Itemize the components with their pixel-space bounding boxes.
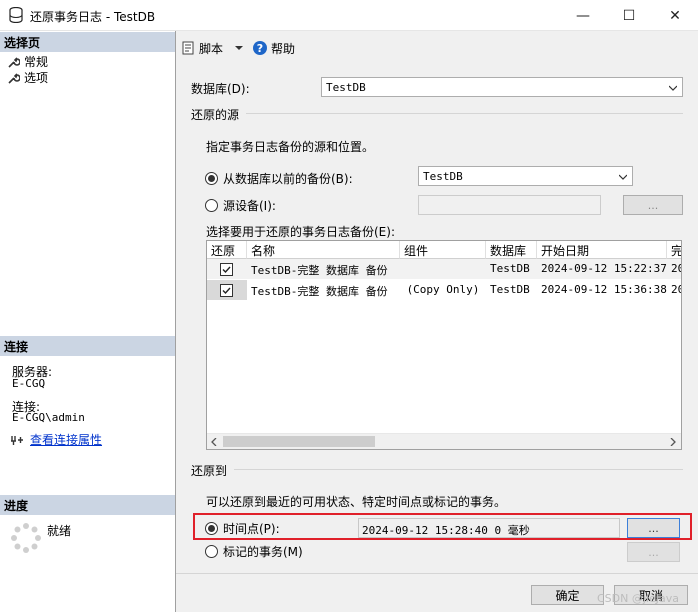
page-general[interactable]: 常规 bbox=[8, 53, 48, 70]
help-button[interactable]: ? 帮助 bbox=[252, 40, 295, 57]
backup-sets-grid[interactable]: 还原 名称 组件 数据库 开始日期 完 TestDB-完整 数据库 备份 Tes… bbox=[206, 240, 682, 450]
point-in-time-browse-button[interactable]: ... bbox=[627, 518, 680, 538]
from-db-backup-label: 从数据库以前的备份(B): bbox=[223, 172, 353, 186]
database-select[interactable]: TestDB bbox=[321, 77, 683, 97]
title-bar: 还原事务日志 - TestDB — ☐ ✕ bbox=[0, 0, 698, 31]
from-db-backup-value: TestDB bbox=[423, 169, 463, 183]
table-row[interactable]: TestDB-完整 数据库 备份 (Copy Only) TestDB 2024… bbox=[207, 280, 681, 300]
cell-database: TestDB bbox=[490, 283, 530, 296]
footer-divider bbox=[176, 573, 698, 574]
column-header-restore[interactable]: 还原 bbox=[207, 241, 247, 259]
from-db-backup-select[interactable]: TestDB bbox=[418, 166, 633, 186]
restore-to-group-label: 还原到 bbox=[191, 464, 228, 478]
view-connection-properties[interactable]: 查看连接属性 bbox=[10, 431, 102, 448]
column-header-name[interactable]: 名称 bbox=[247, 241, 400, 259]
point-in-time-radio[interactable]: 时间点(P): bbox=[205, 520, 280, 537]
from-device-radio[interactable]: 源设备(I): bbox=[205, 197, 276, 214]
wrench-icon bbox=[8, 56, 20, 68]
spinner-icon bbox=[11, 523, 41, 553]
restore-checkbox[interactable] bbox=[220, 263, 233, 276]
cell-component: (Copy Only) bbox=[406, 283, 480, 296]
point-in-time-field[interactable]: 2024-09-12 15:28:40 0 毫秒 bbox=[358, 518, 620, 538]
chevron-down-icon bbox=[619, 174, 627, 180]
svg-text:?: ? bbox=[257, 42, 263, 55]
point-in-time-label: 时间点(P): bbox=[223, 522, 280, 536]
column-header-component[interactable]: 组件 bbox=[400, 241, 486, 259]
ok-button[interactable]: 确定 bbox=[531, 585, 604, 605]
maximize-button[interactable]: ☐ bbox=[606, 0, 652, 31]
from-db-backup-radio[interactable]: 从数据库以前的备份(B): bbox=[205, 170, 353, 187]
cell-component bbox=[400, 259, 486, 279]
script-label: 脚本 bbox=[199, 41, 224, 56]
scrollbar-thumb[interactable] bbox=[223, 436, 375, 447]
divider bbox=[234, 469, 683, 470]
page-general-label: 常规 bbox=[24, 55, 49, 69]
cell-name: TestDB-完整 数据库 备份 bbox=[251, 264, 388, 277]
restore-source-group-label: 还原的源 bbox=[191, 108, 240, 122]
progress-status: 就绪 bbox=[47, 524, 72, 538]
radio-unselected bbox=[205, 199, 218, 212]
connection-icon bbox=[11, 435, 23, 445]
help-icon: ? bbox=[253, 41, 268, 55]
browse-device-button[interactable]: ... bbox=[623, 195, 683, 215]
restore-to-description: 可以还原到最近的可用状态、特定时间点或标记的事务。 bbox=[206, 495, 507, 509]
marked-tx-label: 标记的事务(M) bbox=[223, 545, 303, 559]
script-icon bbox=[182, 41, 194, 55]
cell-finish: 20 bbox=[671, 262, 681, 275]
divider bbox=[246, 113, 683, 114]
radio-selected bbox=[205, 172, 218, 185]
radio-unselected bbox=[205, 545, 218, 558]
close-button[interactable]: ✕ bbox=[652, 0, 698, 31]
horizontal-scrollbar[interactable] bbox=[207, 433, 681, 449]
view-conn-props-link[interactable]: 查看连接属性 bbox=[30, 431, 102, 448]
radio-selected bbox=[205, 522, 218, 535]
page-options[interactable]: 选项 bbox=[8, 69, 48, 86]
window-title: 还原事务日志 - TestDB bbox=[30, 10, 156, 24]
column-header-finish[interactable]: 完 bbox=[667, 241, 681, 259]
cell-name: TestDB-完整 数据库 备份 bbox=[251, 285, 388, 298]
point-in-time-value: 2024-09-12 15:28:40 0 毫秒 bbox=[362, 524, 530, 537]
cell-database: TestDB bbox=[490, 262, 530, 275]
page-options-label: 选项 bbox=[24, 71, 49, 85]
marked-tx-browse-button[interactable]: ... bbox=[627, 542, 680, 562]
source-description: 指定事务日志备份的源和位置。 bbox=[206, 140, 375, 154]
from-device-label: 源设备(I): bbox=[223, 199, 276, 213]
toolbar: 脚本 ? 帮助 bbox=[180, 36, 295, 60]
checkmark-icon bbox=[222, 287, 231, 295]
database-value: TestDB bbox=[326, 80, 366, 94]
chevron-down-icon bbox=[235, 46, 244, 50]
database-icon bbox=[9, 7, 23, 23]
table-row[interactable]: TestDB-完整 数据库 备份 TestDB 2024-09-12 15:22… bbox=[207, 259, 681, 279]
script-button[interactable]: 脚本 bbox=[180, 40, 244, 57]
connection-header: 连接 bbox=[0, 336, 175, 356]
marked-tx-radio[interactable]: 标记的事务(M) bbox=[205, 543, 303, 560]
help-label: 帮助 bbox=[271, 41, 296, 56]
connection-value: E-CGQ\admin bbox=[12, 411, 85, 424]
column-header-database[interactable]: 数据库 bbox=[486, 241, 537, 259]
wrench-icon bbox=[8, 72, 20, 84]
cell-start-date: 2024-09-12 15:36:38 bbox=[541, 283, 667, 296]
server-value: E-CGQ bbox=[12, 377, 46, 390]
checkmark-icon bbox=[222, 266, 231, 274]
progress-header: 进度 bbox=[0, 495, 175, 515]
minimize-button[interactable]: — bbox=[560, 0, 606, 31]
column-header-start-date[interactable]: 开始日期 bbox=[537, 241, 667, 259]
watermark: CSDN @jieJava bbox=[597, 592, 679, 605]
scroll-left-icon[interactable] bbox=[210, 438, 218, 446]
cell-finish: 20 bbox=[671, 283, 681, 296]
select-backups-label: 选择要用于还原的事务日志备份(E): bbox=[206, 225, 395, 239]
cell-start-date: 2024-09-12 15:22:37 bbox=[541, 262, 667, 275]
device-path-field[interactable] bbox=[418, 195, 601, 215]
left-pane: 选择页 常规 选项 连接 服务器: E-CGQ 连接: E-CGQ\admin … bbox=[0, 31, 176, 612]
database-label: 数据库(D): bbox=[191, 82, 250, 96]
scroll-right-icon[interactable] bbox=[669, 438, 677, 446]
chevron-down-icon bbox=[669, 85, 677, 91]
select-page-header: 选择页 bbox=[0, 32, 175, 52]
restore-checkbox[interactable] bbox=[220, 284, 233, 297]
